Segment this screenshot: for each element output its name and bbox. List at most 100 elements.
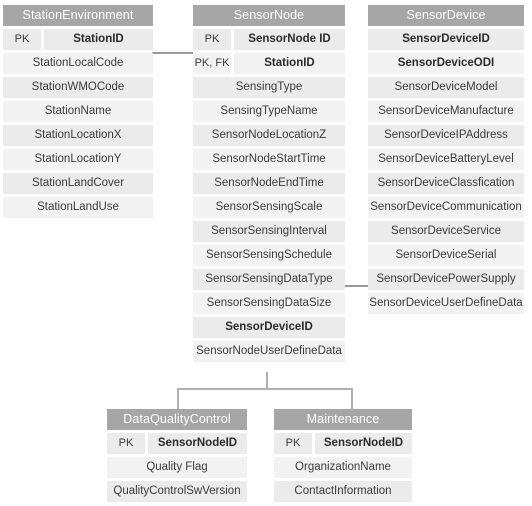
- attr-name: SensorDeviceID: [368, 29, 524, 50]
- attr-name: SensorNode ID: [234, 29, 345, 50]
- attr-name: SensorNodeID: [315, 433, 412, 454]
- attr-name: SensorDeviceIPAddress: [368, 125, 524, 146]
- attr-name: StationID: [44, 29, 153, 50]
- attr-name: SensorDevicePowerSupply: [368, 269, 524, 290]
- attr-name: StationID: [234, 53, 345, 74]
- attr-name: SensorDeviceCommunication: [368, 197, 524, 218]
- table-row[interactable]: SensorSensingDataSize: [193, 293, 345, 314]
- table-row[interactable]: SensorDeviceODI: [368, 53, 524, 74]
- table-row[interactable]: StationLocationY: [3, 149, 153, 170]
- attr-name: SensorDeviceSerial: [368, 245, 524, 266]
- table-row[interactable]: SensorNodeEndTime: [193, 173, 345, 194]
- table-row[interactable]: PK SensorNodeID: [107, 433, 247, 454]
- table-row[interactable]: StationLandCover: [3, 173, 153, 194]
- attr-name: SensorNodeEndTime: [193, 173, 345, 194]
- table-row[interactable]: SensorSensingSchedule: [193, 245, 345, 266]
- attr-name: StationLocalCode: [3, 53, 153, 74]
- table-row[interactable]: StationLandUse: [3, 197, 153, 218]
- table-row[interactable]: SensorDeviceManufacture: [368, 101, 524, 122]
- connector-node-to-device: [345, 285, 368, 287]
- table-row[interactable]: SensorNodeLocationZ: [193, 125, 345, 146]
- attr-name: StationName: [3, 101, 153, 122]
- attr-name: QualityControlSwVersion: [107, 481, 247, 502]
- table-row[interactable]: PK, FK StationID: [193, 53, 345, 74]
- table-row[interactable]: SensorDeviceCommunication: [368, 197, 524, 218]
- entity-title-sensor-device: SensorDevice: [368, 5, 524, 26]
- attr-name: ContactInformation: [274, 481, 412, 502]
- table-row[interactable]: SensorDevicePowerSupply: [368, 269, 524, 290]
- table-row[interactable]: SensorDeviceClassfication: [368, 173, 524, 194]
- connector-node-branch-bar: [177, 388, 353, 390]
- table-row[interactable]: StationName: [3, 101, 153, 122]
- table-row[interactable]: SensorDeviceService: [368, 221, 524, 242]
- attr-key: PK: [274, 433, 312, 454]
- attr-name: SensorDeviceID: [193, 317, 345, 338]
- attr-name: SensingType: [193, 77, 345, 98]
- entity-title-sensor-node: SensorNode: [193, 5, 345, 26]
- table-row[interactable]: SensingTypeName: [193, 101, 345, 122]
- table-row[interactable]: StationLocalCode: [3, 53, 153, 74]
- attr-name: SensorDeviceManufacture: [368, 101, 524, 122]
- table-row[interactable]: StationLocationX: [3, 125, 153, 146]
- attr-name: StationLandUse: [3, 197, 153, 218]
- table-row[interactable]: SensorNodeUserDefineData: [193, 341, 345, 362]
- attr-name: SensorDeviceClassfication: [368, 173, 524, 194]
- attr-name: SensorNodeStartTime: [193, 149, 345, 170]
- table-row[interactable]: ContactInformation: [274, 481, 412, 502]
- entity-station-environment[interactable]: StationEnvironment PK StationID StationL…: [3, 5, 153, 218]
- attr-key: PK, FK: [193, 53, 231, 74]
- attr-name: OrganizationName: [274, 457, 412, 478]
- connector-station-to-node: [152, 52, 193, 54]
- attr-name: SensorNodeUserDefineData: [193, 341, 345, 362]
- table-row[interactable]: QualityControlSwVersion: [107, 481, 247, 502]
- entity-data-quality-control[interactable]: DataQualityControl PK SensorNodeID Quali…: [107, 409, 247, 502]
- entity-sensor-node[interactable]: SensorNode PK SensorNode ID PK, FK Stati…: [193, 5, 345, 362]
- table-row[interactable]: PK SensorNode ID: [193, 29, 345, 50]
- table-row[interactable]: SensorDeviceBatteryLevel: [368, 149, 524, 170]
- table-row[interactable]: SensorDeviceIPAddress: [368, 125, 524, 146]
- connector-node-trunk: [266, 372, 268, 389]
- table-row[interactable]: SensorSensingInterval: [193, 221, 345, 242]
- attr-name: SensingTypeName: [193, 101, 345, 122]
- attr-name: StationWMOCode: [3, 77, 153, 98]
- table-row[interactable]: Quality Flag: [107, 457, 247, 478]
- attr-name: SensorNodeID: [148, 433, 247, 454]
- attr-key: PK: [107, 433, 145, 454]
- entity-sensor-device[interactable]: SensorDevice SensorDeviceID SensorDevice…: [368, 5, 524, 314]
- attr-name: StationLandCover: [3, 173, 153, 194]
- table-row[interactable]: SensorNodeStartTime: [193, 149, 345, 170]
- attr-name: SensorDeviceModel: [368, 77, 524, 98]
- table-row[interactable]: PK StationID: [3, 29, 153, 50]
- attr-key: PK: [3, 29, 41, 50]
- table-row[interactable]: SensorDeviceUserDefineData: [368, 293, 524, 314]
- entity-title-data-quality-control: DataQualityControl: [107, 409, 247, 430]
- attr-name: SensorDeviceBatteryLevel: [368, 149, 524, 170]
- table-row[interactable]: OrganizationName: [274, 457, 412, 478]
- table-row[interactable]: SensorDeviceID: [368, 29, 524, 50]
- entity-maintenance[interactable]: Maintenance PK SensorNodeID Organization…: [274, 409, 412, 502]
- er-diagram-canvas: StationEnvironment PK StationID StationL…: [0, 0, 532, 506]
- table-row[interactable]: StationWMOCode: [3, 77, 153, 98]
- attr-name: SensorDeviceODI: [368, 53, 524, 74]
- attr-key: PK: [193, 29, 231, 50]
- entity-title-maintenance: Maintenance: [274, 409, 412, 430]
- attr-name: Quality Flag: [107, 457, 247, 478]
- attr-name: StationLocationX: [3, 125, 153, 146]
- table-row[interactable]: SensorDeviceModel: [368, 77, 524, 98]
- table-row[interactable]: SensorDeviceSerial: [368, 245, 524, 266]
- attr-name: SensorNodeLocationZ: [193, 125, 345, 146]
- attr-name: SensorSensingScale: [193, 197, 345, 218]
- attr-name: SensorSensingInterval: [193, 221, 345, 242]
- table-row[interactable]: SensorSensingDataType: [193, 269, 345, 290]
- table-row[interactable]: SensorSensingScale: [193, 197, 345, 218]
- table-row[interactable]: SensingType: [193, 77, 345, 98]
- table-row[interactable]: SensorDeviceID: [193, 317, 345, 338]
- attr-name: SensorSensingSchedule: [193, 245, 345, 266]
- connector-branch-to-maintenance: [351, 388, 353, 409]
- attr-name: SensorSensingDataSize: [193, 293, 345, 314]
- attr-name: SensorDeviceService: [368, 221, 524, 242]
- table-row[interactable]: PK SensorNodeID: [274, 433, 412, 454]
- attr-name: SensorDeviceUserDefineData: [368, 293, 524, 314]
- attr-name: SensorSensingDataType: [193, 269, 345, 290]
- connector-branch-to-dqc: [177, 388, 179, 409]
